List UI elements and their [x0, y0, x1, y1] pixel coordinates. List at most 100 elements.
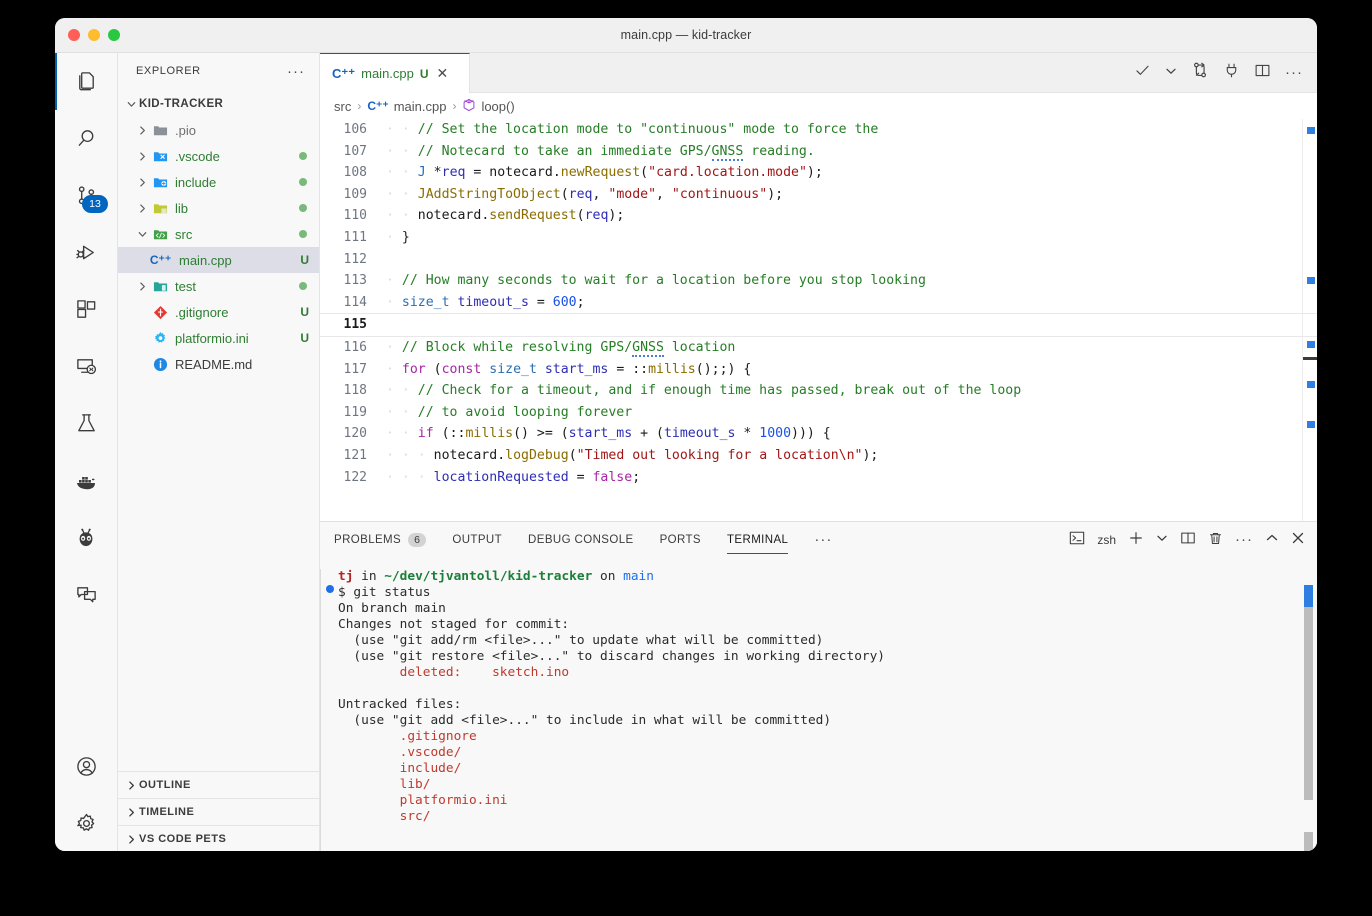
tab-main-cpp[interactable]: C⁺⁺ main.cpp U ✕ — [320, 53, 470, 93]
activity-testing[interactable] — [55, 395, 117, 452]
tree-item-vscode[interactable]: .vscode — [118, 143, 319, 169]
split-terminal-icon[interactable] — [1180, 530, 1196, 549]
line-number: 113 — [343, 273, 367, 289]
terminal-line: On branch main — [338, 601, 1317, 617]
terminal-output[interactable]: tj in ~/dev/tjvantoll/kid-tracker on mai… — [320, 557, 1317, 851]
terminal-shell-label[interactable]: zsh — [1097, 533, 1116, 547]
close-icon[interactable]: ✕ — [437, 65, 449, 82]
code-token: ; — [576, 294, 585, 310]
desktop-background: main.cpp — kid-tracker 13 EXPLORER ··· K… — [0, 0, 1372, 916]
info-icon — [150, 357, 171, 372]
more-actions-icon[interactable]: ··· — [1235, 532, 1253, 547]
tree-item-platformio-ini[interactable]: platformio.ini U — [118, 325, 319, 351]
code-text: · // How many seconds to wait for a loca… — [386, 270, 1317, 292]
indent-guide: · — [401, 404, 418, 420]
terminal-line: (use "git add/rm <file>..." to update wh… — [338, 633, 1317, 649]
tree-item-pio[interactable]: .pio — [118, 117, 319, 143]
window-controls[interactable] — [68, 29, 120, 41]
chevron-down-icon[interactable] — [1165, 64, 1177, 82]
tab-ports[interactable]: PORTS — [660, 522, 701, 557]
close-window-button[interactable] — [68, 29, 80, 41]
tree-root-kid-tracker[interactable]: KID-TRACKER — [118, 91, 319, 117]
sidebar-section-vs-code-pets[interactable]: VS CODE PETS — [118, 825, 319, 851]
terminal-text: src/ — [399, 809, 431, 824]
docker-icon — [74, 469, 98, 493]
minimize-window-button[interactable] — [88, 29, 100, 41]
terminal-scroll-thumb[interactable] — [1304, 585, 1313, 607]
tree-item-lib[interactable]: lib — [118, 195, 319, 221]
code-token: :: — [632, 361, 649, 377]
spell-error-squiggle: GNSS — [711, 143, 744, 161]
activity-source-control[interactable]: 13 — [55, 167, 117, 224]
code-token: // Notecard to take an immediate GPS/GNS… — [417, 143, 815, 161]
source-control-graph-icon[interactable] — [1191, 61, 1209, 84]
more-actions-icon[interactable]: ··· — [1285, 65, 1303, 80]
activity-settings[interactable] — [55, 795, 117, 851]
activity-explorer[interactable] — [55, 53, 117, 110]
chevron-right-icon — [123, 834, 139, 845]
line-number: 114 — [343, 294, 367, 310]
code-text: · · · notecard.logDebug("Timed out looki… — [386, 445, 1317, 467]
tree-item-gitignore[interactable]: .gitignore U — [118, 299, 319, 325]
git-modified-dot — [299, 230, 307, 238]
terminal-text: Untracked files: — [338, 697, 462, 712]
tree-item-main-cpp[interactable]: C⁺⁺ main.cpp U — [118, 247, 319, 273]
breadcrumb-item-src[interactable]: src — [334, 99, 351, 114]
plug-icon[interactable] — [1223, 62, 1240, 84]
panel-more-tabs[interactable]: ··· — [814, 531, 832, 548]
close-panel-icon[interactable] — [1291, 531, 1305, 548]
tree-item-readme-md[interactable]: README.md — [118, 351, 319, 377]
cpp-icon: C⁺⁺ — [149, 253, 172, 267]
editor-overview-ruler[interactable] — [1302, 119, 1317, 521]
tree-item-src[interactable]: src — [118, 221, 319, 247]
activity-extensions[interactable] — [55, 281, 117, 338]
code-editor[interactable]: 106 · · // Set the location mode to "cont… — [320, 119, 1317, 521]
terminal-scrollbar[interactable] — [1304, 585, 1313, 800]
git-status-badge: U — [300, 305, 309, 319]
maximize-window-button[interactable] — [108, 29, 120, 41]
tree-item-label: .vscode — [175, 148, 220, 164]
terminal-scrollbar-secondary[interactable] — [1304, 832, 1313, 851]
terminal-icon[interactable] — [1069, 530, 1085, 549]
terminal-line: include/ — [338, 761, 1317, 777]
tab-terminal[interactable]: TERMINAL — [727, 522, 789, 557]
sidebar-section-timeline[interactable]: TIMELINE — [118, 798, 319, 825]
sidebar-section-label: OUTLINE — [139, 779, 191, 791]
terminal-line: platformio.ini — [338, 793, 1317, 809]
new-terminal-icon[interactable] — [1128, 530, 1144, 549]
kill-terminal-icon[interactable] — [1208, 531, 1223, 549]
chevron-down-icon[interactable] — [1156, 532, 1168, 547]
tab-problems[interactable]: PROBLEMS 6 — [334, 522, 427, 557]
terminal-text: (use "git add/rm <file>..." to update wh… — [338, 633, 824, 648]
code-line: 108 · · J *req = notecard.newRequest("car… — [320, 162, 1317, 184]
breadcrumb-item-loop[interactable]: loop() — [462, 98, 515, 115]
folder-test-icon — [150, 279, 171, 294]
terminal-text: (use "git add <file>..." to include in w… — [338, 713, 832, 728]
activity-docker[interactable] — [55, 452, 117, 509]
activity-accounts[interactable] — [55, 738, 117, 795]
sidebar-section-outline[interactable]: OUTLINE — [118, 771, 319, 798]
indent-guide: · — [386, 469, 402, 485]
tab-label: main.cpp — [361, 66, 414, 81]
tree-item-label: main.cpp — [179, 252, 232, 268]
tab-output[interactable]: OUTPUT — [452, 522, 502, 557]
activity-search[interactable] — [55, 110, 117, 167]
sidebar-more-actions[interactable]: ··· — [287, 64, 305, 79]
tree-item-test[interactable]: test — [118, 273, 319, 299]
terminal-text: on — [592, 569, 624, 584]
overview-cursor-mark — [1303, 357, 1317, 360]
tree-item-label: lib — [175, 200, 189, 216]
check-icon[interactable] — [1134, 62, 1151, 84]
chevron-up-icon[interactable] — [1265, 531, 1279, 548]
search-icon — [75, 127, 98, 150]
split-editor-icon[interactable] — [1254, 62, 1271, 84]
activity-run-and-debug[interactable] — [55, 224, 117, 281]
tree-item-include[interactable]: include — [118, 169, 319, 195]
code-token: = — [568, 469, 593, 485]
activity-chat[interactable] — [55, 566, 117, 623]
breadcrumb-item-main-cpp[interactable]: C⁺⁺ main.cpp — [367, 99, 446, 114]
activity-remote-explorer[interactable] — [55, 338, 117, 395]
tab-debug-console[interactable]: DEBUG CONSOLE — [528, 522, 634, 557]
activity-platformio[interactable] — [55, 509, 117, 566]
code-token: () >= ( — [513, 426, 569, 442]
